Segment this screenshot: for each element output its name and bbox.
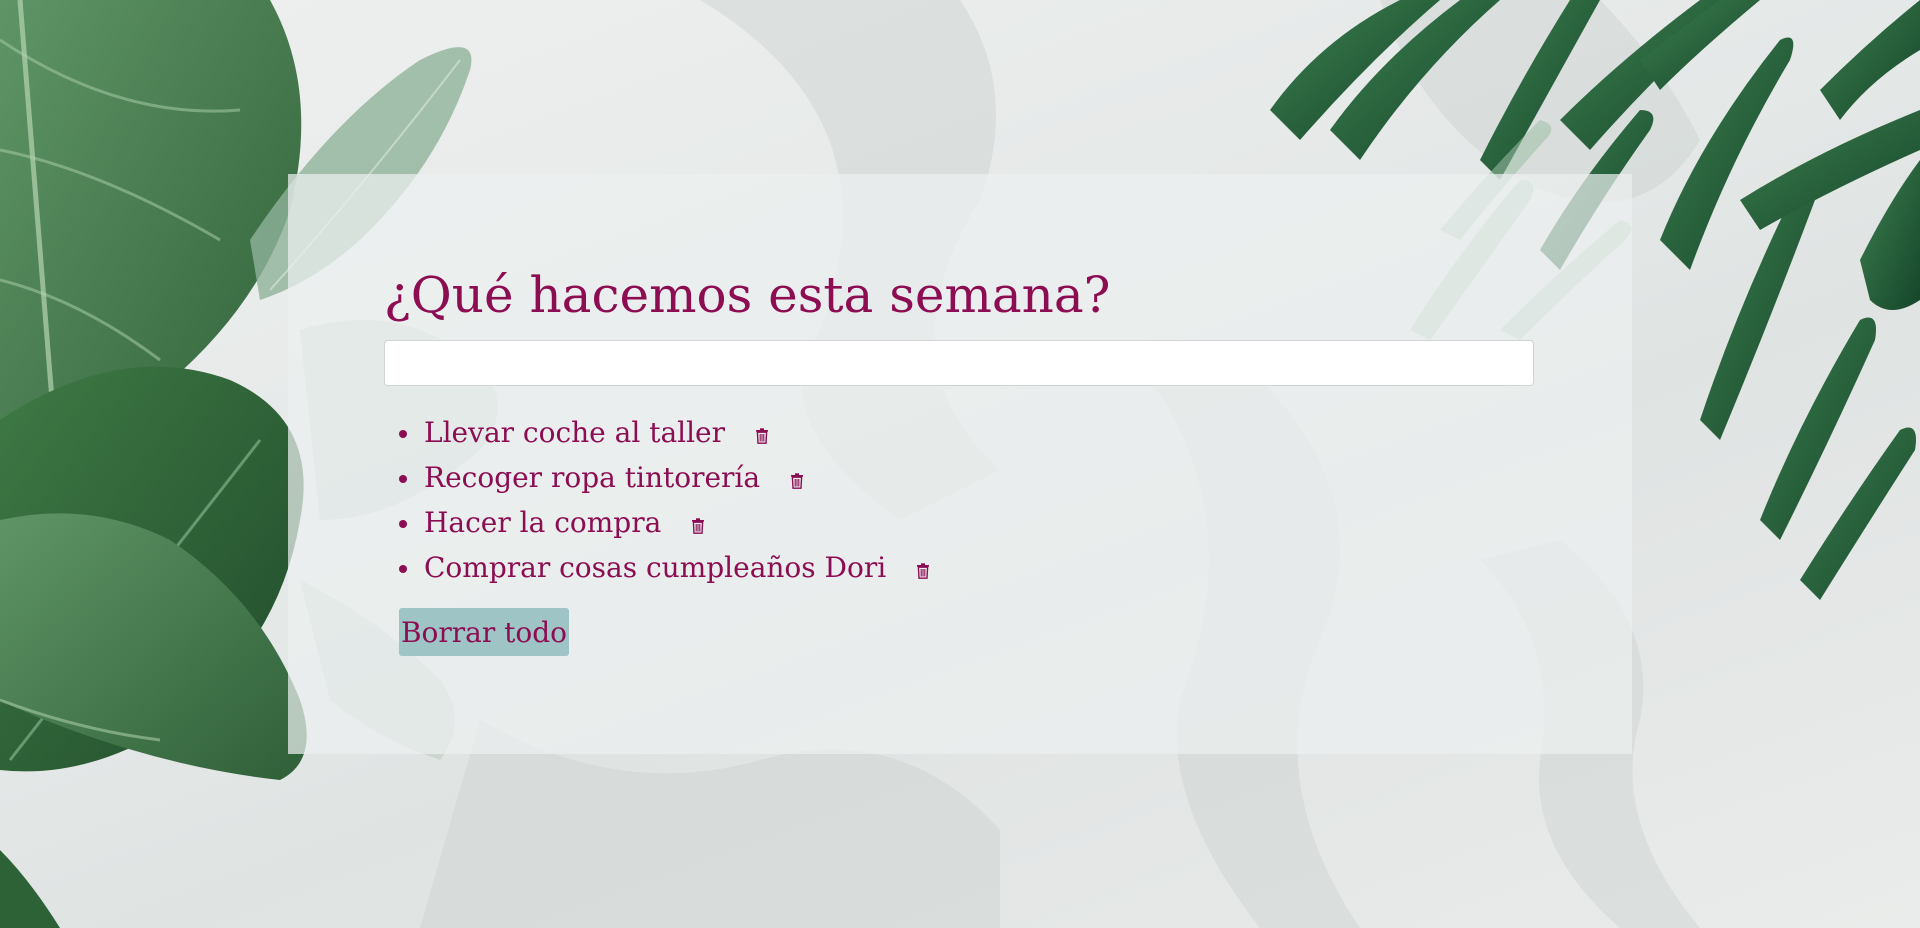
task-label: Hacer la compra bbox=[424, 505, 662, 539]
task-label: Comprar cosas cumpleaños Dori bbox=[424, 550, 887, 584]
task-label: Llevar coche al taller bbox=[424, 415, 725, 449]
new-task-input[interactable] bbox=[384, 340, 1534, 386]
task-item: Llevar coche al taller bbox=[384, 410, 934, 455]
bullet-icon bbox=[399, 519, 407, 528]
task-item: Hacer la compra bbox=[384, 500, 934, 545]
task-list: Llevar coche al taller Recoger ropa tint… bbox=[384, 410, 934, 590]
trash-icon[interactable] bbox=[786, 470, 808, 492]
bullet-icon bbox=[399, 429, 407, 438]
task-item: Comprar cosas cumpleaños Dori bbox=[384, 545, 934, 590]
task-label: Recoger ropa tintorería bbox=[424, 460, 761, 494]
todo-panel: ¿Qué hacemos esta semana? Llevar coche a… bbox=[288, 174, 1632, 754]
clear-all-button[interactable]: Borrar todo bbox=[399, 608, 569, 656]
trash-icon[interactable] bbox=[687, 515, 709, 537]
bullet-icon bbox=[399, 564, 407, 573]
trash-icon[interactable] bbox=[751, 425, 773, 447]
bullet-icon bbox=[399, 474, 407, 483]
task-item: Recoger ropa tintorería bbox=[384, 455, 934, 500]
page: ¿Qué hacemos esta semana? Llevar coche a… bbox=[0, 0, 1920, 928]
page-title: ¿Qué hacemos esta semana? bbox=[384, 266, 1111, 324]
trash-icon[interactable] bbox=[912, 560, 934, 582]
